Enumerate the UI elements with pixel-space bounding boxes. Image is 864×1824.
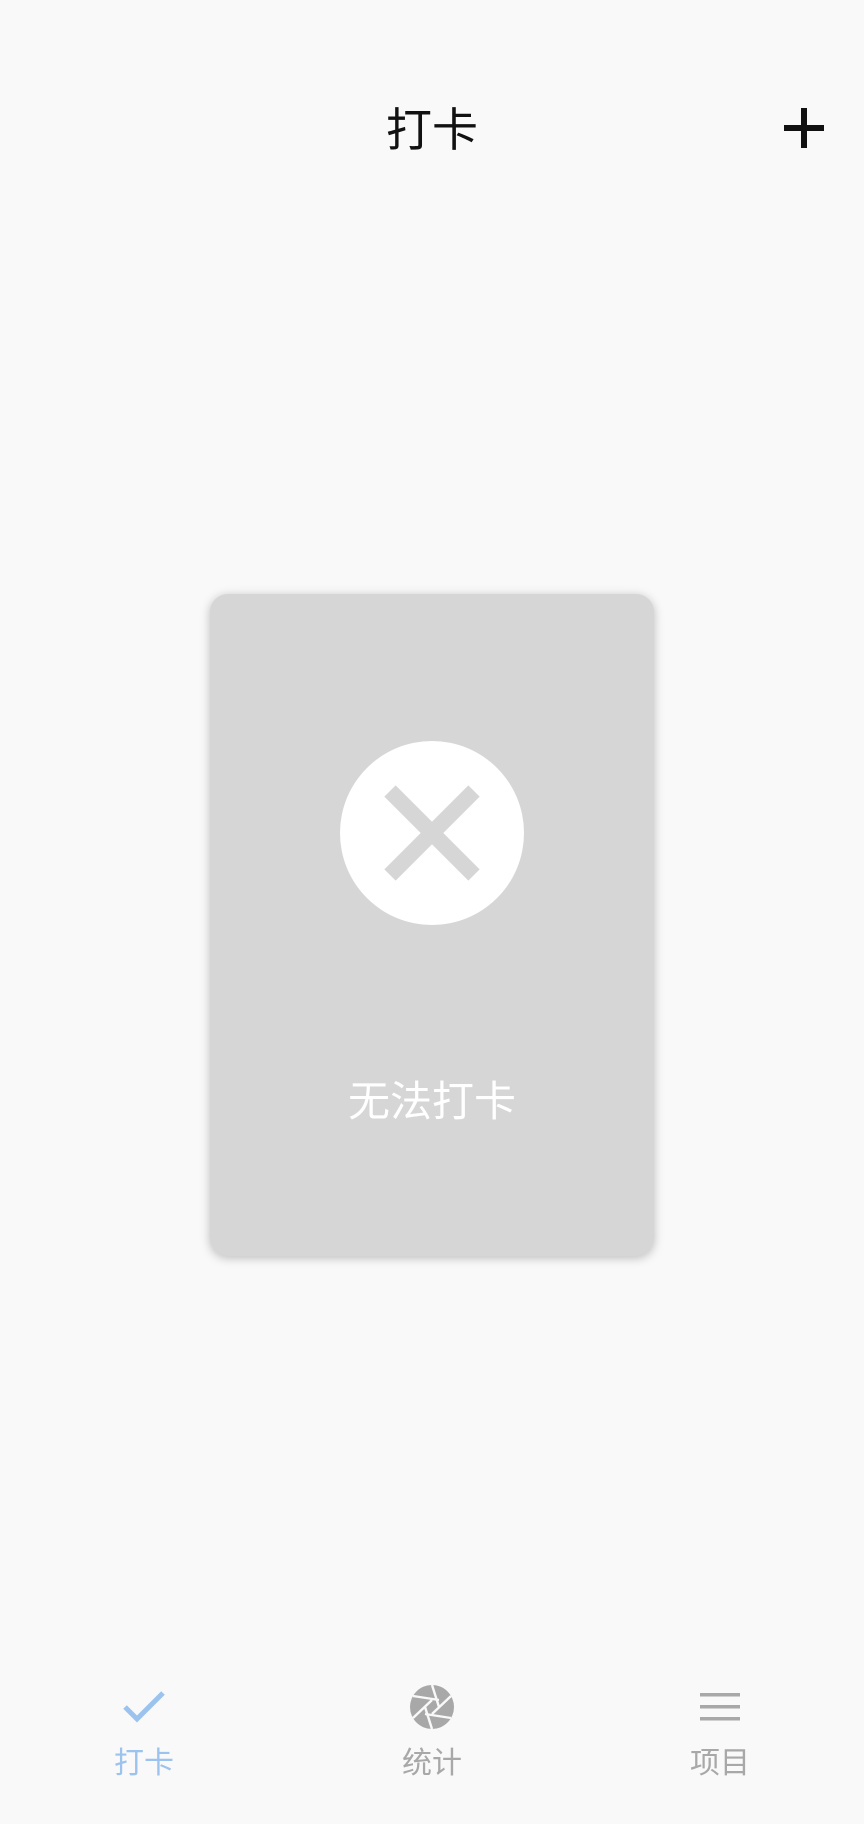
tab-projects[interactable]: 项目 xyxy=(576,1660,864,1824)
checkin-status-label: 无法打卡 xyxy=(347,1077,516,1126)
tab-statistics-label: 统计 xyxy=(402,1746,462,1781)
tab-projects-label: 项目 xyxy=(690,1746,750,1781)
close-icon xyxy=(384,785,480,881)
bottom-tab-bar: 打卡 统计 项目 xyxy=(0,1660,864,1824)
tab-statistics[interactable]: 统计 xyxy=(288,1660,576,1824)
close-circle-icon xyxy=(340,741,524,925)
check-icon xyxy=(119,1682,169,1732)
top-bar: 打卡 xyxy=(0,0,864,260)
plus-icon xyxy=(784,108,824,148)
tab-checkin-label: 打卡 xyxy=(114,1746,174,1781)
aperture-icon xyxy=(407,1682,457,1732)
tab-checkin[interactable]: 打卡 xyxy=(0,1660,288,1824)
add-button[interactable] xyxy=(772,96,836,160)
checkin-card[interactable]: 无法打卡 xyxy=(210,594,654,1256)
page-title: 打卡 xyxy=(386,103,478,157)
menu-icon xyxy=(695,1682,745,1732)
